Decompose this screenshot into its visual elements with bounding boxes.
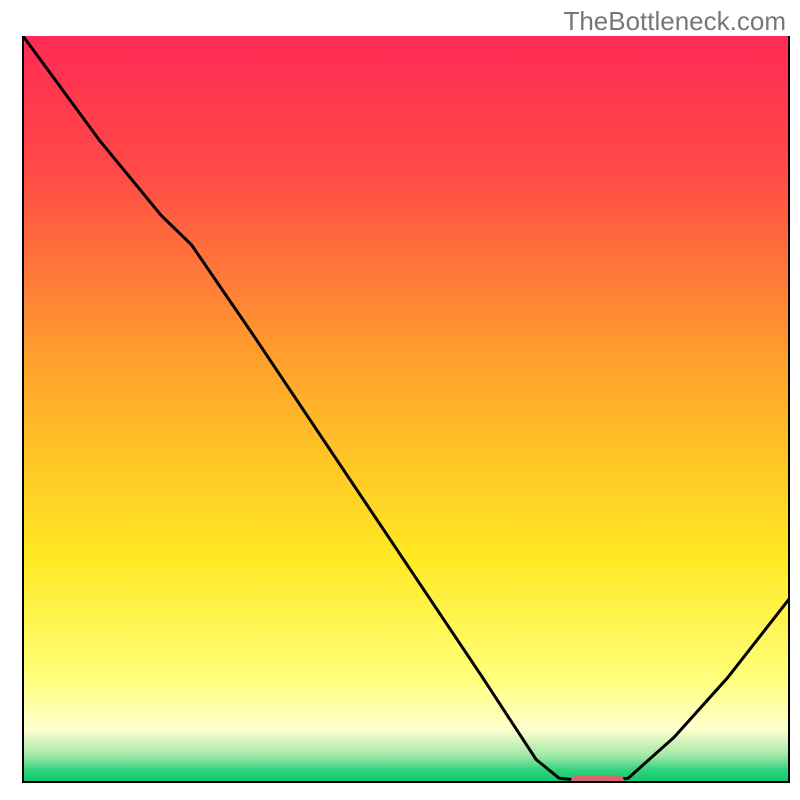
bottleneck-chart <box>0 0 800 800</box>
chart-container: TheBottleneck.com <box>0 0 800 800</box>
gradient-background <box>23 36 789 782</box>
watermark-text: TheBottleneck.com <box>563 6 786 37</box>
